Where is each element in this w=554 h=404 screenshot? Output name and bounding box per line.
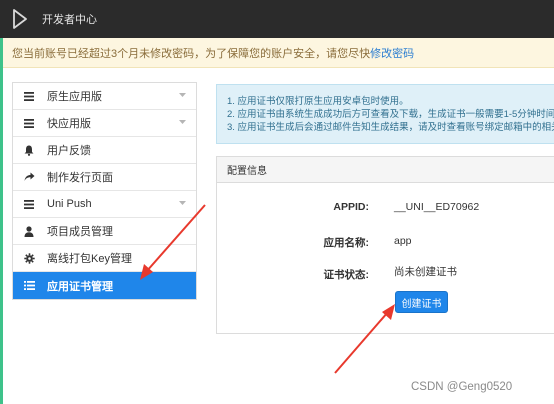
sidebar: 原生应用版 快应用版 用户反馈 制作发行页面 Uni Push 项目成员管理 离… [12,82,197,300]
app-name-label: 应用名称: [323,237,370,249]
chevron-down-icon [179,120,186,124]
certificate-info-alert: 1. 应用证书仅限打原生应用安卓包时使用。 2. 应用证书由系统生成成功后方可查… [216,84,554,144]
certificate-status-value: 尚未创建证书 [394,266,457,278]
bell-icon [23,144,35,156]
sidebar-item-label: Uni Push [47,198,92,210]
watermark-text: CSDN @Geng0520 [411,381,513,393]
app-name-value: app [394,235,412,247]
chevron-down-icon [179,93,186,97]
certificate-status-label: 证书状态: [323,269,370,281]
sidebar-item-label: 原生应用版 [47,91,102,103]
list-icon [23,280,35,292]
info-line: 3. 应用证书生成后会通过邮件告知生成结果，请及时查看账号绑定邮箱中的相关邮 [227,122,554,133]
create-certificate-button[interactable]: 创建证书 [395,291,448,313]
menu-lines-icon [23,90,35,102]
sidebar-item-label: 离线打包Key管理 [47,253,132,265]
menu-lines-icon [23,198,35,210]
sidebar-item-release-page[interactable]: 制作发行页面 [13,164,196,191]
notice-text: 您当前账号已经超过3个月未修改密码，为了保障您的账户安全，请您尽快 [12,47,371,60]
sidebar-item-uni-push[interactable]: Uni Push [13,191,196,218]
user-icon [23,225,35,237]
sidebar-item-label: 用户反馈 [47,145,91,157]
appid-label: APPID: [333,201,369,213]
sidebar-item-label: 快应用版 [47,118,91,130]
info-line: 1. 应用证书仅限打原生应用安卓包时使用。 [227,96,409,107]
sidebar-item-label: 应用证书管理 [47,280,113,293]
sidebar-item-quick-app[interactable]: 快应用版 [13,110,196,137]
app-title[interactable]: 开发者中心 [42,11,97,27]
sidebar-item-project-members[interactable]: 项目成员管理 [13,218,196,245]
chevron-down-icon [179,201,186,205]
password-warning-notice: 您当前账号已经超过3个月未修改密码，为了保障您的账户安全，请您尽快 修改密码 [3,38,554,68]
gear-icon [23,252,35,264]
sidebar-item-app-certificate[interactable]: 应用证书管理 [13,272,196,299]
sidebar-item-label: 制作发行页面 [47,172,113,184]
sidebar-item-label: 项目成员管理 [47,226,113,238]
sidebar-item-offline-key[interactable]: 离线打包Key管理 [13,245,196,272]
top-navbar: 开发者中心 [0,0,554,38]
share-arrow-icon [23,171,35,183]
appid-value: __UNI__ED70962 [394,201,480,213]
sidebar-item-native-app[interactable]: 原生应用版 [13,83,196,110]
config-panel-title: 配置信息 [217,157,554,183]
info-line: 2. 应用证书由系统生成成功后方可查看及下载，生成证书一般需要1-5分钟时间， [227,109,554,120]
config-panel: 配置信息 APPID: __UNI__ED70962 应用名称: app 证书状… [216,156,554,334]
play-bracket-icon[interactable] [12,9,28,29]
menu-lines-icon [23,117,35,129]
change-password-link[interactable]: 修改密码 [370,45,414,61]
sidebar-item-user-feedback[interactable]: 用户反馈 [13,137,196,164]
